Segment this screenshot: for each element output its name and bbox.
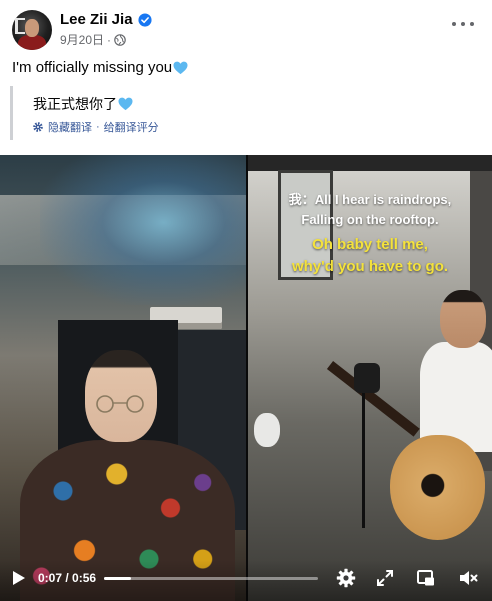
- translated-body: 我正式想你了: [33, 96, 117, 112]
- author-row: Lee Zii Jia: [60, 11, 152, 28]
- progress-fill[interactable]: [104, 577, 131, 580]
- avatar-face: [25, 19, 39, 37]
- author-name[interactable]: Lee Zii Jia: [60, 11, 133, 28]
- singer-right: [410, 290, 492, 452]
- post-date[interactable]: 9月20日: [60, 31, 104, 48]
- more-dots-icon: [452, 22, 456, 26]
- meta-separator: ·: [107, 32, 112, 47]
- translation-block: 我正式想你了 隐藏翻译 · 给翻译评分: [10, 86, 480, 140]
- glasses: [96, 395, 144, 413]
- post-body: I'm officially missing you: [12, 59, 173, 76]
- more-options-button[interactable]: [452, 18, 474, 30]
- translated-text: 我正式想你了: [33, 94, 133, 114]
- lyric-line-4: why'd you have to go.: [291, 258, 449, 275]
- guitar-body: [390, 435, 485, 540]
- lyric-line-3: Oh baby tell me,: [312, 236, 428, 253]
- lyric-line-1: 我：All I hear is raindrops,: [288, 192, 452, 207]
- expand-icon[interactable]: [375, 568, 395, 588]
- volume-muted-icon[interactable]: [458, 568, 478, 588]
- actions-separator: ·: [96, 121, 100, 133]
- settings-gear-icon[interactable]: [336, 568, 356, 588]
- gear-icon[interactable]: [32, 121, 44, 133]
- galaxy-projection: [40, 155, 246, 305]
- post-meta: 9月20日 ·: [60, 31, 126, 48]
- post-text: I'm officially missing you: [12, 59, 188, 76]
- microphone: [354, 363, 380, 393]
- blue-heart-icon: [173, 61, 188, 74]
- singer-right-head: [440, 290, 486, 348]
- lyric-line-2: Falling on the rooftop.: [301, 212, 439, 227]
- picture-in-picture-icon[interactable]: [416, 568, 436, 588]
- avatar-shirt: [18, 35, 46, 50]
- blue-heart-icon: [118, 97, 133, 111]
- rate-translation-link[interactable]: 给翻译评分: [104, 119, 159, 135]
- translation-actions: 隐藏翻译 · 给翻译评分: [32, 119, 159, 135]
- play-icon[interactable]: [12, 570, 26, 586]
- video-time: 0:07 / 0:56: [38, 571, 97, 585]
- more-dot: [461, 22, 465, 26]
- desk-fan: [254, 413, 280, 447]
- verified-badge-icon: [137, 12, 152, 27]
- avatar-logo: [15, 18, 25, 34]
- more-dot: [470, 22, 474, 26]
- progress-track[interactable]: [104, 577, 318, 580]
- lyrics-overlay: 我：All I hear is raindrops, Falling on th…: [248, 190, 492, 278]
- globe-icon[interactable]: [114, 33, 126, 46]
- mirror-frame-top: [248, 155, 492, 171]
- hide-translation-link[interactable]: 隐藏翻译: [48, 119, 92, 135]
- author-avatar[interactable]: [12, 10, 52, 50]
